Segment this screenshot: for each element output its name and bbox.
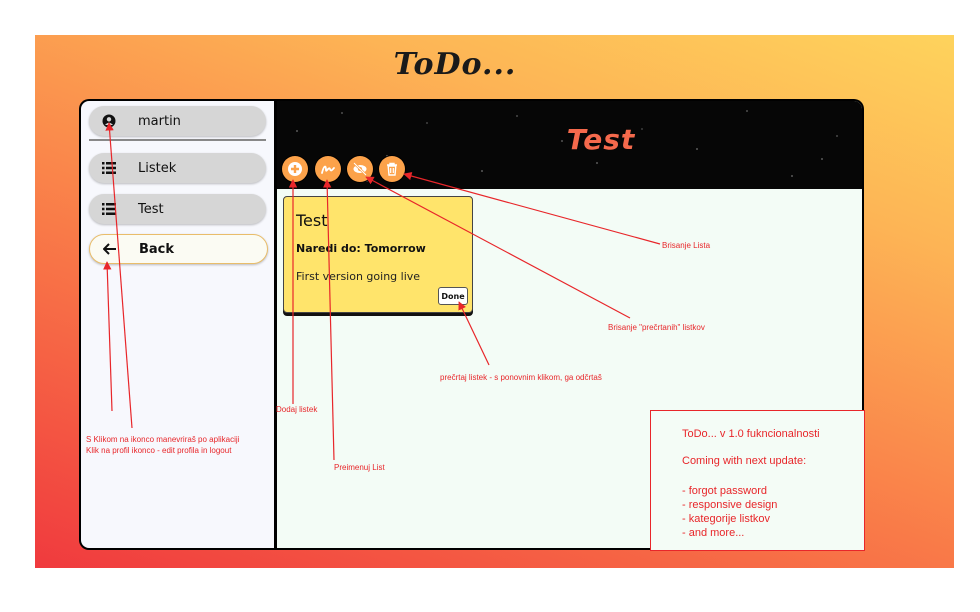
- info-subtitle: Coming with next update:: [682, 455, 807, 467]
- add-card-button[interactable]: [282, 156, 308, 182]
- app-title: ToDo...: [393, 47, 517, 82]
- annotation-delete-crossed: Brisanje "prečrtanih" listkov: [608, 323, 705, 332]
- info-item: - and more...: [682, 527, 745, 539]
- signature-icon: [321, 165, 335, 174]
- annotation-nav-line1: S Klikom na ikonco manevriraš po aplikac…: [86, 435, 240, 444]
- info-item: - kategorije listkov: [682, 513, 771, 525]
- sidebar-item-test[interactable]: Test: [89, 194, 266, 224]
- annotation-delete-list: Brisanje Lista: [662, 241, 711, 250]
- version-info-box: ToDo... v 1.0 fukncionalnosti Coming wit…: [650, 410, 865, 551]
- trash-icon: [387, 162, 397, 176]
- annotation-nav-line2: Klik na profil ikonco - edit profila in …: [86, 446, 232, 455]
- info-item: - responsive design: [682, 499, 778, 511]
- profile-button[interactable]: martin: [89, 106, 266, 136]
- arrow-left-icon: [103, 242, 117, 256]
- sidebar: martin Listek Test Back: [81, 101, 274, 548]
- back-button[interactable]: Back: [89, 234, 268, 264]
- annotation-rename-list: Preimenuj List: [334, 463, 385, 472]
- info-item: - forgot password: [682, 485, 767, 497]
- sidebar-item-listek[interactable]: Listek: [89, 153, 266, 183]
- sidebar-divider: [89, 139, 266, 141]
- list-title: Test: [566, 123, 636, 156]
- card-description: First version going live: [296, 270, 421, 283]
- delete-crossed-cards-button[interactable]: [347, 156, 373, 182]
- user-circle-icon[interactable]: [102, 114, 116, 128]
- card-due-date: Naredi do: Tomorrow: [296, 242, 426, 255]
- rename-list-button[interactable]: [315, 156, 341, 182]
- sidebar-item-label: Listek: [138, 160, 177, 176]
- plus-circle-icon: [288, 162, 302, 176]
- back-label: Back: [139, 241, 175, 257]
- profile-name: martin: [138, 113, 181, 129]
- eye-slash-icon: [353, 162, 367, 176]
- done-button[interactable]: Done: [438, 287, 468, 305]
- annotation-cross-card: prečrtaj listek - s ponovnim klikom, ga …: [440, 373, 602, 382]
- todo-card[interactable]: Test Naredi do: Tomorrow First version g…: [283, 196, 473, 313]
- delete-list-button[interactable]: [379, 156, 405, 182]
- info-title: ToDo... v 1.0 fukncionalnosti: [682, 428, 820, 440]
- list-icon: [102, 161, 116, 175]
- list-icon: [102, 202, 116, 216]
- card-title: Test: [296, 211, 328, 230]
- annotation-add-card: Dodaj listek: [276, 405, 318, 414]
- sidebar-item-label: Test: [138, 201, 164, 217]
